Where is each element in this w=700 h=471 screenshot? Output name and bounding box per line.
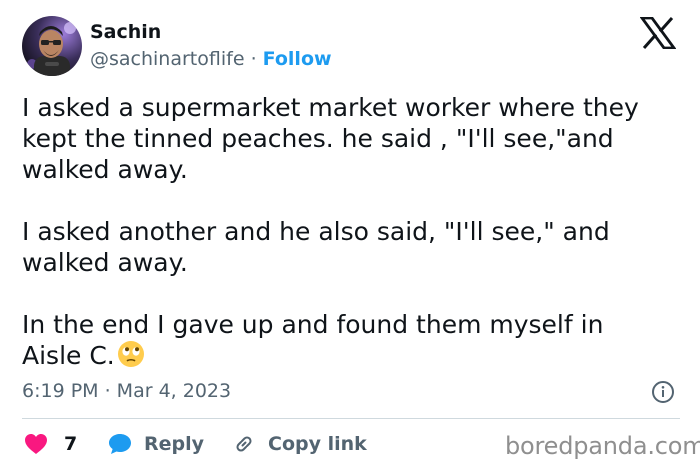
tweet-text-line: kept the tinned peaches. he said , "I'll… [22, 124, 614, 153]
eye-roll-emoji-icon [117, 340, 145, 375]
tweet-timestamp[interactable]: 6:19 PM · Mar 4, 2023 [22, 380, 231, 402]
tweet-text-line: I asked a supermarket market worker wher… [22, 93, 639, 122]
tweet-card: Sachin @sachinartoflife · Follow I asked… [0, 0, 700, 471]
tweet-text-line: Aisle C. [22, 341, 115, 370]
tweet-text-line: In the end I gave up and found them myse… [22, 310, 604, 339]
follow-button[interactable]: Follow [263, 48, 332, 70]
heart-icon [25, 434, 47, 454]
like-count: 7 [64, 433, 78, 455]
divider [22, 418, 680, 419]
reply-button[interactable]: Reply [108, 431, 204, 457]
reply-label: Reply [144, 433, 205, 455]
avatar[interactable] [22, 16, 82, 76]
link-icon [236, 436, 252, 452]
like-button[interactable]: 7 [24, 431, 77, 457]
x-logo-icon[interactable] [639, 16, 677, 50]
copy-link-label: Copy link [268, 433, 367, 455]
author-handle[interactable]: @sachinartoflife [90, 48, 245, 70]
separator-dot: · [250, 48, 257, 70]
tweet-text: I asked a supermarket market worker wher… [22, 92, 682, 375]
author-handle-row: @sachinartoflife · Follow [90, 48, 332, 70]
author-name[interactable]: Sachin [90, 21, 161, 43]
tweet-text-last-line: Aisle C. [22, 340, 682, 375]
tweet-text-line: walked away. [22, 155, 188, 184]
watermark: boredpanda.com [505, 432, 700, 460]
info-icon[interactable] [651, 380, 675, 404]
reply-bubble-icon [109, 434, 131, 454]
copy-link-button[interactable]: Copy link [232, 431, 367, 457]
tweet-text-line: I asked another and he also said, "I'll … [22, 217, 610, 246]
tweet-text-line: walked away. [22, 248, 188, 277]
